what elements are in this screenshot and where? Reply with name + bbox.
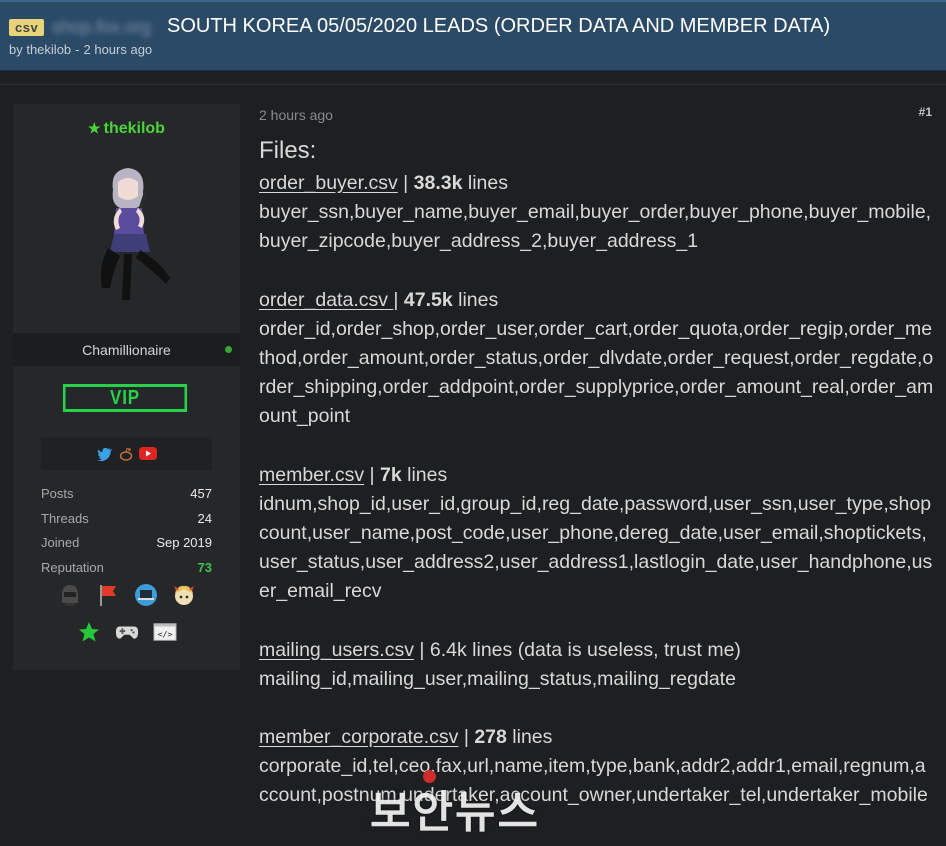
gamepad-award-icon[interactable] <box>115 620 139 644</box>
line-count: 278 <box>474 726 507 749</box>
username-text: thekilob <box>103 120 165 137</box>
user-title: Chamillionaire <box>82 342 171 358</box>
anime-award-icon[interactable] <box>172 583 196 607</box>
file-columns: mailing_id,mailing_user,mailing_status,m… <box>259 667 736 690</box>
username-link[interactable]: ★ thekilob <box>13 120 240 138</box>
file-entry: order_buyer.csv | 38.3k lines buyer_ssn,… <box>259 169 935 257</box>
stat-label: Joined <box>41 535 80 551</box>
code-award-icon[interactable]: </> <box>152 620 177 644</box>
post-body: Files: order_buyer.csv | 38.3k lines buy… <box>259 136 935 840</box>
divider <box>0 84 946 85</box>
stat-label: Posts <box>41 486 74 501</box>
line-count-suffix: lines <box>401 463 448 486</box>
separator: | <box>413 638 430 661</box>
line-count-suffix: lines <box>462 172 508 194</box>
file-entry: member.csv | 7k lines idnum,shop_id,user… <box>259 461 935 607</box>
twitter-icon[interactable] <box>96 447 113 461</box>
thread-header: csv shop.fox.org SOUTH KOREA 05/05/2020 … <box>0 0 946 71</box>
user-title-bar: Chamillionaire <box>13 333 240 366</box>
stat-label: Reputation <box>41 559 104 575</box>
stat-value: Sep 2019 <box>156 535 212 551</box>
reddit-icon[interactable] <box>119 447 133 461</box>
social-links <box>41 437 212 470</box>
stat-reputation: Reputation 73 <box>41 558 212 583</box>
line-count-suffix: lines <box>452 288 499 311</box>
stat-posts: Posts 457 <box>41 484 212 509</box>
award-row <box>13 583 240 607</box>
post-number-link[interactable]: #1 <box>919 105 932 119</box>
laptop-award-icon[interactable] <box>134 583 158 607</box>
separator: | <box>393 288 404 311</box>
award-row: </> <box>13 620 240 644</box>
file-link[interactable]: order_buyer.csv <box>259 172 398 194</box>
thread-time: 2 hours ago <box>83 42 153 57</box>
blurred-site-name: shop.fox.org <box>52 17 152 37</box>
thread-prefix-badge[interactable]: csv <box>9 19 45 36</box>
line-count: 47.5k <box>403 288 453 311</box>
file-link[interactable]: order_data.csv <box>259 289 393 311</box>
star-icon: ★ <box>88 120 101 136</box>
line-count-suffix: lines <box>506 726 553 749</box>
user-stats: Posts 457 Threads 24 Joined Sep 2019 Rep… <box>41 484 212 582</box>
file-link[interactable]: mailing_users.csv <box>259 639 414 661</box>
stat-label: Threads <box>41 510 89 526</box>
stat-value[interactable]: 24 <box>198 509 212 534</box>
helmet-award-icon[interactable] <box>58 583 82 607</box>
line-count-suffix: 6.4k lines (data is useless, trust me) <box>429 638 741 661</box>
stat-joined: Joined Sep 2019 <box>41 533 212 558</box>
user-card: ★ thekilob Chamillionaire VIP Posts 457 … <box>13 104 240 670</box>
online-status-icon <box>225 346 232 353</box>
files-heading: Files: <box>259 137 317 164</box>
file-columns: order_id,order_shop,order_user,order_car… <box>259 317 934 428</box>
flag-award-icon[interactable] <box>96 583 120 607</box>
thread-author-link[interactable]: by thekilob <box>9 42 71 57</box>
vip-badge: VIP <box>62 384 188 412</box>
header-top-border <box>0 0 946 2</box>
user-avatar[interactable] <box>80 162 180 302</box>
watermark-dot <box>423 770 436 783</box>
line-count: 7k <box>380 463 402 486</box>
stat-value[interactable]: 457 <box>190 484 212 509</box>
thread-title: SOUTH KOREA 05/05/2020 LEADS (ORDER DATA… <box>167 15 831 37</box>
post-time[interactable]: 2 hours ago <box>259 107 333 123</box>
file-entry: member_corporate.csv | 278 lines corpora… <box>259 723 935 811</box>
stat-value[interactable]: 73 <box>198 558 212 583</box>
file-entry: order_data.csv | 47.5k lines order_id,or… <box>259 286 935 432</box>
svg-text:</>: </> <box>157 629 172 639</box>
separator: | <box>458 726 475 749</box>
separator: | <box>364 463 381 486</box>
green-star-award-icon[interactable] <box>77 620 101 644</box>
file-link[interactable]: member.csv <box>259 464 364 486</box>
thread-byline: by thekilob -2 hours ago <box>9 42 153 57</box>
stat-threads: Threads 24 <box>41 509 212 534</box>
youtube-icon[interactable] <box>138 447 157 460</box>
file-columns: corporate_id,tel,ceo,fax,url,name,item,t… <box>259 755 928 807</box>
file-link[interactable]: member_corporate.csv <box>259 726 458 748</box>
file-columns: buyer_ssn,buyer_name,buyer_email,buyer_o… <box>259 201 932 253</box>
separator: | <box>397 172 414 194</box>
line-count: 38.3k <box>413 172 463 194</box>
file-columns: idnum,shop_id,user_id,group_id,reg_date,… <box>259 492 933 603</box>
file-entry: mailing_users.csv | 6.4k lines (data is … <box>259 636 935 694</box>
news-watermark: 보안뉴스 <box>370 788 540 837</box>
